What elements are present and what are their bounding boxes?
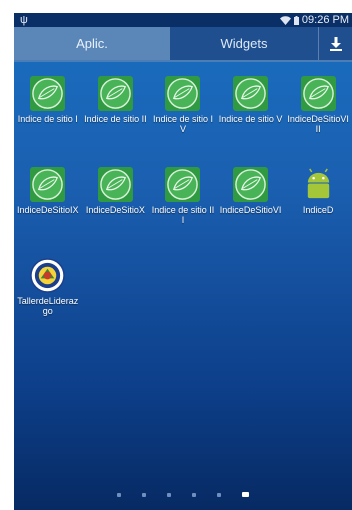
- app-shortcut[interactable]: IndiceDeSitioIX: [14, 167, 82, 252]
- page-dot-active[interactable]: [242, 492, 249, 497]
- clock: 09:26 PM: [301, 14, 349, 26]
- drawer-tabs: Aplic. Widgets: [14, 27, 352, 60]
- status-right: 09:26 PM: [279, 14, 349, 26]
- leaf-icon: [233, 76, 269, 111]
- app-label: Indice de sitio II: [84, 114, 147, 124]
- app-label: IndiceDeSitioIX: [17, 205, 79, 215]
- app-label: IndiceD: [302, 205, 334, 215]
- app-label: Indice de sitio I: [17, 114, 78, 124]
- page-dot[interactable]: [192, 492, 196, 497]
- page-dot[interactable]: [142, 492, 146, 497]
- app-shortcut[interactable]: Indice de sitio I: [14, 76, 82, 161]
- app-label: IndiceDeSitioVI: [219, 205, 282, 215]
- battery-icon: [293, 15, 299, 25]
- page-dot[interactable]: [167, 492, 171, 497]
- app-grid: Indice de sitio I Indice de sitio II Indic…: [14, 76, 352, 343]
- app-shortcut[interactable]: IndiceDeSitioVIII: [284, 76, 352, 161]
- tab-widgets[interactable]: Widgets: [170, 27, 318, 60]
- page-indicator: [14, 492, 352, 497]
- android-icon: [307, 168, 329, 199]
- app-shortcut[interactable]: IndiceDeSitioVI: [217, 167, 285, 252]
- wifi-icon: [279, 15, 291, 25]
- status-bar: ψ 09:26 PM: [14, 13, 352, 27]
- leaf-icon: [165, 76, 201, 111]
- app-label: Indice de sitio V: [218, 114, 283, 124]
- usb-icon: ψ: [20, 14, 28, 26]
- leaf-icon: [300, 76, 336, 111]
- page-dot[interactable]: [217, 492, 221, 497]
- leaf-icon: [30, 76, 66, 111]
- page-dot[interactable]: [117, 492, 121, 497]
- app-shortcut[interactable]: Indice de sitio IV: [149, 76, 217, 161]
- download-button[interactable]: [318, 27, 352, 60]
- leaf-icon: [97, 167, 133, 202]
- leaf-icon: [30, 167, 66, 202]
- app-label: IndiceDeSitioX: [85, 205, 145, 215]
- tab-apps[interactable]: Aplic.: [14, 27, 170, 60]
- leaf-icon: [233, 167, 269, 202]
- leaf-icon: [97, 76, 133, 111]
- download-icon: [329, 36, 342, 51]
- leaf-icon: [165, 167, 201, 202]
- app-shortcut[interactable]: Indice de sitio V: [217, 76, 285, 161]
- app-shortcut[interactable]: TallerdeLiderazgo: [14, 258, 82, 343]
- app-label: IndiceDeSitioVIII: [287, 114, 349, 134]
- app-drawer-screen: ψ 09:26 PM Aplic. Widgets Indice de siti…: [14, 13, 352, 510]
- tab-underline: [14, 60, 352, 62]
- app-shortcut[interactable]: IndiceDeSitioX: [82, 167, 150, 252]
- app-label: Indice de sitio III: [151, 205, 215, 225]
- app-shortcut[interactable]: IndiceD: [284, 167, 352, 252]
- app-label: TallerdeLiderazgo: [17, 296, 79, 316]
- app-label: Indice de sitio IV: [152, 114, 213, 134]
- seal-icon: [30, 258, 66, 293]
- app-shortcut[interactable]: Indice de sitio II: [82, 76, 150, 161]
- app-shortcut[interactable]: Indice de sitio III: [149, 167, 217, 252]
